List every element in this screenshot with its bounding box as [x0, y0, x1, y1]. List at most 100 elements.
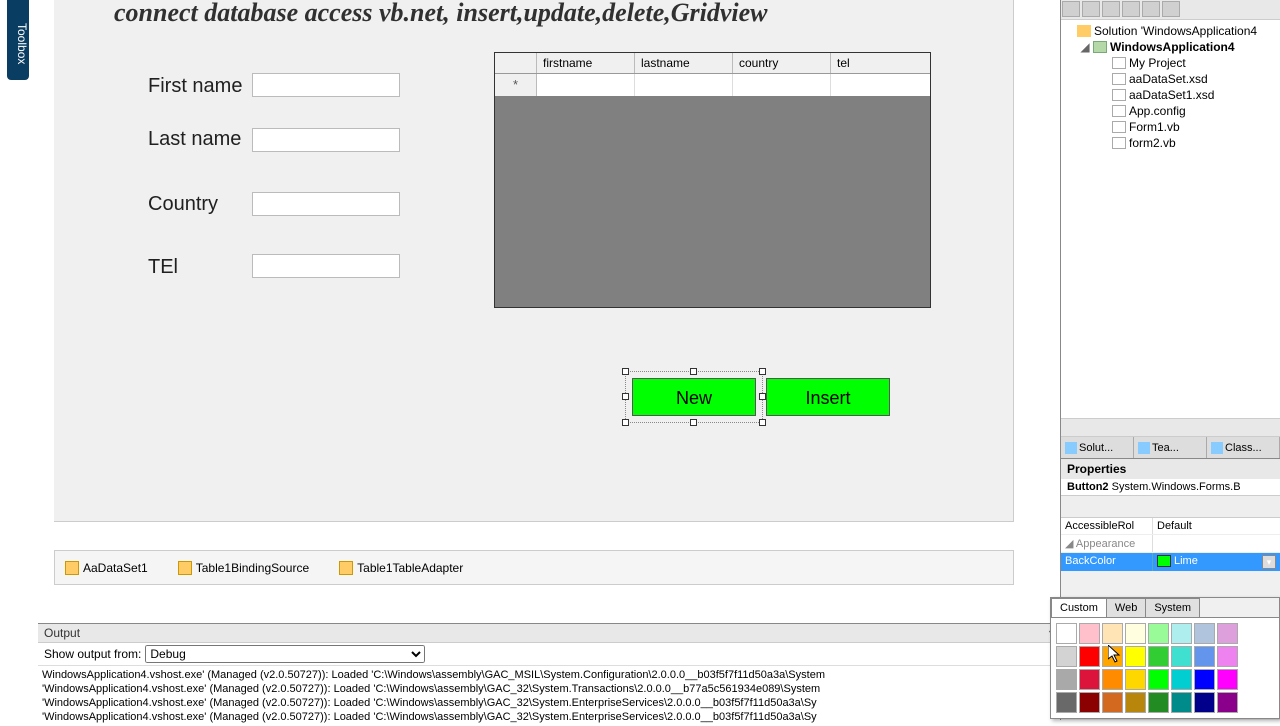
file-node[interactable]: Form1.vb: [1064, 119, 1277, 135]
grid-cell[interactable]: [831, 74, 924, 96]
output-clear-icon[interactable]: [511, 645, 529, 663]
color-swatch[interactable]: [1194, 646, 1215, 667]
grid-cell[interactable]: [733, 74, 831, 96]
color-swatch[interactable]: [1217, 692, 1238, 713]
color-swatch[interactable]: [1079, 669, 1100, 690]
dropdown-button[interactable]: ▾: [1262, 555, 1276, 569]
categorized-icon[interactable]: [1062, 497, 1082, 515]
file-node[interactable]: App.config: [1064, 103, 1277, 119]
vb-icon: [1112, 121, 1126, 133]
file-node[interactable]: aaDataSet1.xsd: [1064, 87, 1277, 103]
output-log[interactable]: WindowsApplication4.vshost.exe' (Managed…: [38, 666, 1086, 726]
tab-web[interactable]: Web: [1106, 598, 1146, 617]
project-node[interactable]: ◢WindowsApplication4: [1064, 39, 1277, 55]
color-swatch[interactable]: [1056, 669, 1077, 690]
solution-scrollbar[interactable]: [1061, 418, 1280, 436]
color-swatch[interactable]: [1148, 692, 1169, 713]
color-swatch[interactable]: [1056, 623, 1077, 644]
toolbox-tab[interactable]: Toolbox: [7, 0, 29, 80]
color-swatch[interactable]: [1217, 646, 1238, 667]
tab-system[interactable]: System: [1145, 598, 1200, 617]
color-swatch[interactable]: [1171, 669, 1192, 690]
color-swatch[interactable]: [1102, 646, 1123, 667]
grid-col-country[interactable]: country: [733, 53, 831, 73]
grid-col-lastname[interactable]: lastname: [635, 53, 733, 73]
file-node[interactable]: form2.vb: [1064, 135, 1277, 151]
grid-new-row[interactable]: *: [495, 74, 930, 96]
color-swatch[interactable]: [1125, 692, 1146, 713]
refresh-icon[interactable]: [1102, 1, 1120, 17]
property-pages-icon[interactable]: [1146, 497, 1166, 515]
color-swatch[interactable]: [1171, 623, 1192, 644]
color-swatch[interactable]: [1194, 623, 1215, 644]
show-output-from-select[interactable]: Debug: [145, 645, 425, 663]
color-swatch[interactable]: [1125, 646, 1146, 667]
grid-col-firstname[interactable]: firstname: [537, 53, 635, 73]
insert-button[interactable]: Insert: [766, 378, 890, 416]
grid-cell[interactable]: [537, 74, 635, 96]
tab-solution[interactable]: Solut...: [1061, 437, 1134, 458]
color-swatch[interactable]: [1194, 669, 1215, 690]
new-button[interactable]: New: [632, 378, 756, 416]
color-swatch[interactable]: [1148, 623, 1169, 644]
component-bindingsource[interactable]: Table1BindingSource: [178, 561, 309, 575]
color-swatch[interactable]: [1194, 692, 1215, 713]
label-firstname[interactable]: First name: [148, 75, 242, 98]
label-lastname[interactable]: Last name: [148, 128, 241, 151]
color-swatch[interactable]: [1125, 623, 1146, 644]
textbox-country[interactable]: [252, 192, 400, 216]
color-swatch[interactable]: [1148, 669, 1169, 690]
form-designer[interactable]: connect database access vb.net, insert,u…: [54, 0, 1014, 522]
color-swatch[interactable]: [1079, 692, 1100, 713]
file-node[interactable]: aaDataSet.xsd: [1064, 71, 1277, 87]
component-tray[interactable]: AaDataSet1 Table1BindingSource Table1Tab…: [54, 550, 1014, 585]
properties-grid[interactable]: AccessibleRolDefault ◢ Appearance BackCo…: [1061, 518, 1280, 572]
output-wordwrap-icon[interactable]: [533, 645, 551, 663]
color-swatch[interactable]: [1171, 692, 1192, 713]
color-swatch[interactable]: [1079, 646, 1100, 667]
textbox-tel[interactable]: [252, 254, 400, 278]
color-swatch[interactable]: [1056, 646, 1077, 667]
output-tool-icon[interactable]: [467, 645, 485, 663]
properties-icon[interactable]: [1062, 1, 1080, 17]
tab-class[interactable]: Class...: [1207, 437, 1280, 458]
view-diagram-icon[interactable]: [1162, 1, 1180, 17]
solution-explorer[interactable]: Solution 'WindowsApplication4 ◢WindowsAp…: [1061, 20, 1280, 418]
property-row[interactable]: AccessibleRolDefault: [1061, 518, 1280, 535]
datagridview[interactable]: firstname lastname country tel *: [494, 52, 931, 308]
property-backcolor[interactable]: BackColor Lime▾: [1061, 553, 1280, 572]
color-swatch[interactable]: [1079, 623, 1100, 644]
myproject-node[interactable]: My Project: [1064, 55, 1277, 71]
output-tool-icon[interactable]: [445, 645, 463, 663]
view-designer-icon[interactable]: [1142, 1, 1160, 17]
label-tel[interactable]: TEl: [148, 256, 178, 279]
show-all-icon[interactable]: [1082, 1, 1100, 17]
properties-object[interactable]: Button2 System.Windows.Forms.B: [1061, 479, 1280, 496]
component-aadataset[interactable]: AaDataSet1: [65, 561, 148, 575]
tab-custom[interactable]: Custom: [1051, 598, 1107, 617]
color-swatch[interactable]: [1125, 669, 1146, 690]
properties-icon[interactable]: [1104, 497, 1124, 515]
color-swatch[interactable]: [1217, 623, 1238, 644]
color-swatch[interactable]: [1056, 692, 1077, 713]
label-country[interactable]: Country: [148, 193, 218, 216]
textbox-lastname[interactable]: [252, 128, 400, 152]
color-swatch[interactable]: [1171, 646, 1192, 667]
color-swatch[interactable]: [1102, 623, 1123, 644]
color-swatch[interactable]: [1148, 646, 1169, 667]
grid-cell[interactable]: [635, 74, 733, 96]
grid-col-tel[interactable]: tel: [831, 53, 924, 73]
view-code-icon[interactable]: [1122, 1, 1140, 17]
output-tool-icon[interactable]: [489, 645, 507, 663]
property-category[interactable]: ◢ Appearance: [1061, 535, 1280, 553]
textbox-firstname[interactable]: [252, 73, 400, 97]
color-swatch[interactable]: [1102, 692, 1123, 713]
color-swatch[interactable]: [1102, 669, 1123, 690]
events-icon[interactable]: [1125, 497, 1145, 515]
tab-team[interactable]: Tea...: [1134, 437, 1207, 458]
color-picker-popup[interactable]: Custom Web System: [1050, 597, 1280, 719]
component-tableadapter[interactable]: Table1TableAdapter: [339, 561, 463, 575]
alphabetical-icon[interactable]: [1083, 497, 1103, 515]
solution-node[interactable]: Solution 'WindowsApplication4: [1064, 23, 1277, 39]
color-swatch[interactable]: [1217, 669, 1238, 690]
